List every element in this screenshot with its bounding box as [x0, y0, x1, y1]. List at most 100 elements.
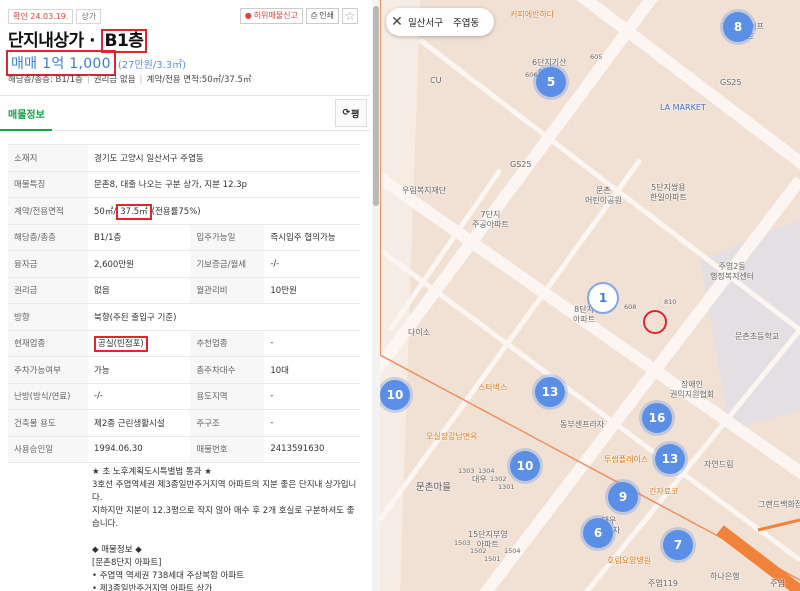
dong-label[interactable]: 주엽동 — [453, 15, 479, 29]
type-badge: 상가 — [76, 9, 102, 24]
desc-line: ★ 초 노후계획도시특별법 통과 ★ — [92, 467, 212, 477]
info-row: 난방(방식/연료) -/- 용도지역 - — [8, 383, 360, 410]
desc-line: ◆ 매물정보 ◆ — [92, 545, 142, 555]
map-label: 하나은행 — [710, 572, 740, 581]
map-building-number: 608 — [624, 303, 637, 311]
map-label: 주엽119 — [648, 579, 678, 588]
map-label: 스타벅스 — [478, 383, 508, 392]
desc-line: 지하지만 지분이 12.3평으로 작지 않아 매수 후 2개 호실로 구분하셔도… — [92, 506, 355, 529]
tab-bar: 매물정보 ⟳ 평 — [0, 95, 370, 131]
info-row: 권리금 없음 월관리비 10만원 — [8, 277, 360, 304]
map-building-number: 1301 — [498, 483, 515, 491]
listing-cluster-marker[interactable]: 10 — [380, 380, 410, 410]
info-value: 2413591630 — [264, 436, 360, 463]
map-label: 주엽2동 행정복지센터 — [710, 262, 755, 281]
tab-underline — [0, 129, 52, 131]
scrollbar-thumb[interactable] — [373, 6, 379, 206]
map-label: LA MARKET — [660, 103, 706, 112]
page-title: 단지내상가 · B1층 — [8, 26, 148, 53]
info-key: 소재지 — [8, 144, 88, 172]
siren-icon: ● — [244, 11, 252, 20]
desc-gap — [92, 531, 357, 544]
info-row: 사용승인일 1994.06.30 매물번호 2413591630 — [8, 436, 360, 463]
badge-row: 확인 24.03.19. 상가 — [8, 9, 102, 24]
map-building-number: 1503 — [454, 539, 471, 547]
map-label: 커피에반하다 — [510, 10, 555, 19]
info-key: 현재업종 — [8, 330, 88, 357]
report-button[interactable]: ● 허위매물신고 — [239, 8, 303, 24]
info-value: 제2종 근린생활시설 — [88, 409, 191, 437]
map-building-number: 1501 — [484, 555, 501, 563]
map-label: 장애인 권익지원협회 — [670, 380, 715, 399]
map-label: GS25 — [720, 78, 742, 87]
map-view[interactable]: ✕ 일산서구 주엽동 커피에반하다6단지기산아파트7단지라이프아파트LA MAR… — [380, 0, 800, 591]
info-value: - — [264, 330, 360, 357]
map-label: 문촌마을 — [416, 482, 451, 493]
info-value: 경기도 고양시 일산서구 주엽동 — [88, 144, 360, 172]
listing-cluster-marker[interactable]: 16 — [642, 403, 672, 433]
district-label[interactable]: 일산서구 — [408, 15, 443, 29]
print-button[interactable]: ⎙ 인쇄 — [305, 8, 339, 24]
info-value: 10대 — [264, 356, 360, 384]
map-label: 자연드림 — [704, 460, 734, 469]
close-icon[interactable]: ✕ — [386, 14, 408, 30]
confirm-badge: 확인 24.03.19. — [8, 9, 74, 24]
map-location-chip[interactable]: ✕ 일산서구 주엽동 — [386, 8, 494, 36]
info-row: 계약/전용면적 50㎡/37.5㎡ (전용률75%) — [8, 197, 360, 225]
action-buttons: ● 허위매물신고 ⎙ 인쇄 ☆ — [239, 8, 358, 24]
listing-cluster-marker[interactable]: 13 — [655, 444, 685, 474]
area-highlight: 37.5㎡ — [116, 203, 152, 220]
info-row: 주차가능여부 가능 총주차대수 10대 — [8, 356, 360, 384]
map-building-number: 1504 — [504, 547, 521, 555]
map-label: 다이소 — [408, 328, 431, 337]
info-key: 추천업종 — [190, 330, 265, 357]
map-label: 오실장감남면옥 — [426, 432, 478, 441]
map-label: 우림복지재단 — [402, 186, 447, 195]
info-value: 2,600만원 — [88, 250, 191, 278]
info-key: 해당층/총층 — [8, 224, 88, 251]
map-label: CU — [430, 76, 442, 85]
info-key: 입주가능일 — [190, 224, 265, 251]
info-key: 용도지역 — [190, 383, 265, 410]
info-value: - — [264, 383, 360, 410]
map-label: 동부센프라자 — [560, 420, 605, 429]
info-value: 문촌8, 대출 나오는 구분 상가, 지분 12.3p — [88, 171, 360, 198]
listing-cluster-marker[interactable]: 13 — [535, 377, 565, 407]
info-key: 주구조 — [190, 409, 265, 437]
map-label: 긴자료코 — [649, 487, 679, 496]
map-building-number: 605 — [590, 53, 603, 61]
listing-summary: 해당층/총층: B1/1층 | 권리금 없음 | 계약/전용 면적:50㎡/37.5㎡ — [8, 75, 252, 85]
listing-cluster-marker[interactable]: 7 — [663, 530, 693, 560]
info-value: - — [264, 409, 360, 437]
tab-listing-info[interactable]: 매물정보 — [8, 106, 45, 121]
info-value: 10만원 — [264, 277, 360, 304]
unit-toggle-button[interactable]: ⟳ 평 — [335, 99, 367, 127]
listing-cluster-marker[interactable]: 8 — [723, 12, 753, 42]
map-label: 5단지쌍용 한일아파트 — [650, 183, 687, 202]
listing-cluster-marker[interactable]: 10 — [510, 451, 540, 481]
favorite-star-icon[interactable]: ☆ — [342, 8, 358, 24]
panel-scrollbar[interactable] — [372, 0, 380, 591]
listing-cluster-marker[interactable]: 5 — [536, 67, 566, 97]
map-label: 문촌 어린이공원 — [585, 186, 622, 205]
desc-line: [문촌8단지 아파트] — [92, 558, 162, 568]
listing-cluster-marker[interactable]: 6 — [583, 518, 613, 548]
info-value: 50㎡/37.5㎡ (전용률75%) — [88, 197, 360, 225]
desc-line: • 주엽역 역세권 738세대 주상복합 아파트 — [92, 571, 245, 581]
info-value: 1994.06.30 — [88, 436, 191, 463]
info-row: 해당층/총층 B1/1층 입주가능일 즉시입주 협의가능 — [8, 224, 360, 251]
map-label: 7단지 주공아파트 — [472, 210, 509, 229]
info-value: B1/1층 — [88, 224, 191, 251]
listing-cluster-marker[interactable]: 1 — [587, 282, 619, 314]
listing-info-table: 소재지 경기도 고양시 일산서구 주엽동 매물특징 문촌8, 대출 나오는 구분 상가… — [8, 144, 360, 463]
listing-cluster-marker[interactable]: 9 — [608, 482, 638, 512]
map-label: 문촌초등학교 — [735, 332, 780, 341]
info-row: 방향 북향(주된 출입구 기준) — [8, 303, 360, 331]
map-label: 대우 — [472, 475, 487, 484]
map-label: GS25 — [510, 160, 532, 169]
info-key: 월관리비 — [190, 277, 265, 304]
map-label: 주엽 — [770, 579, 785, 588]
info-key: 계약/전용면적 — [8, 197, 88, 225]
info-key: 사용승인일 — [8, 436, 88, 463]
info-key: 건축물 용도 — [8, 409, 88, 437]
